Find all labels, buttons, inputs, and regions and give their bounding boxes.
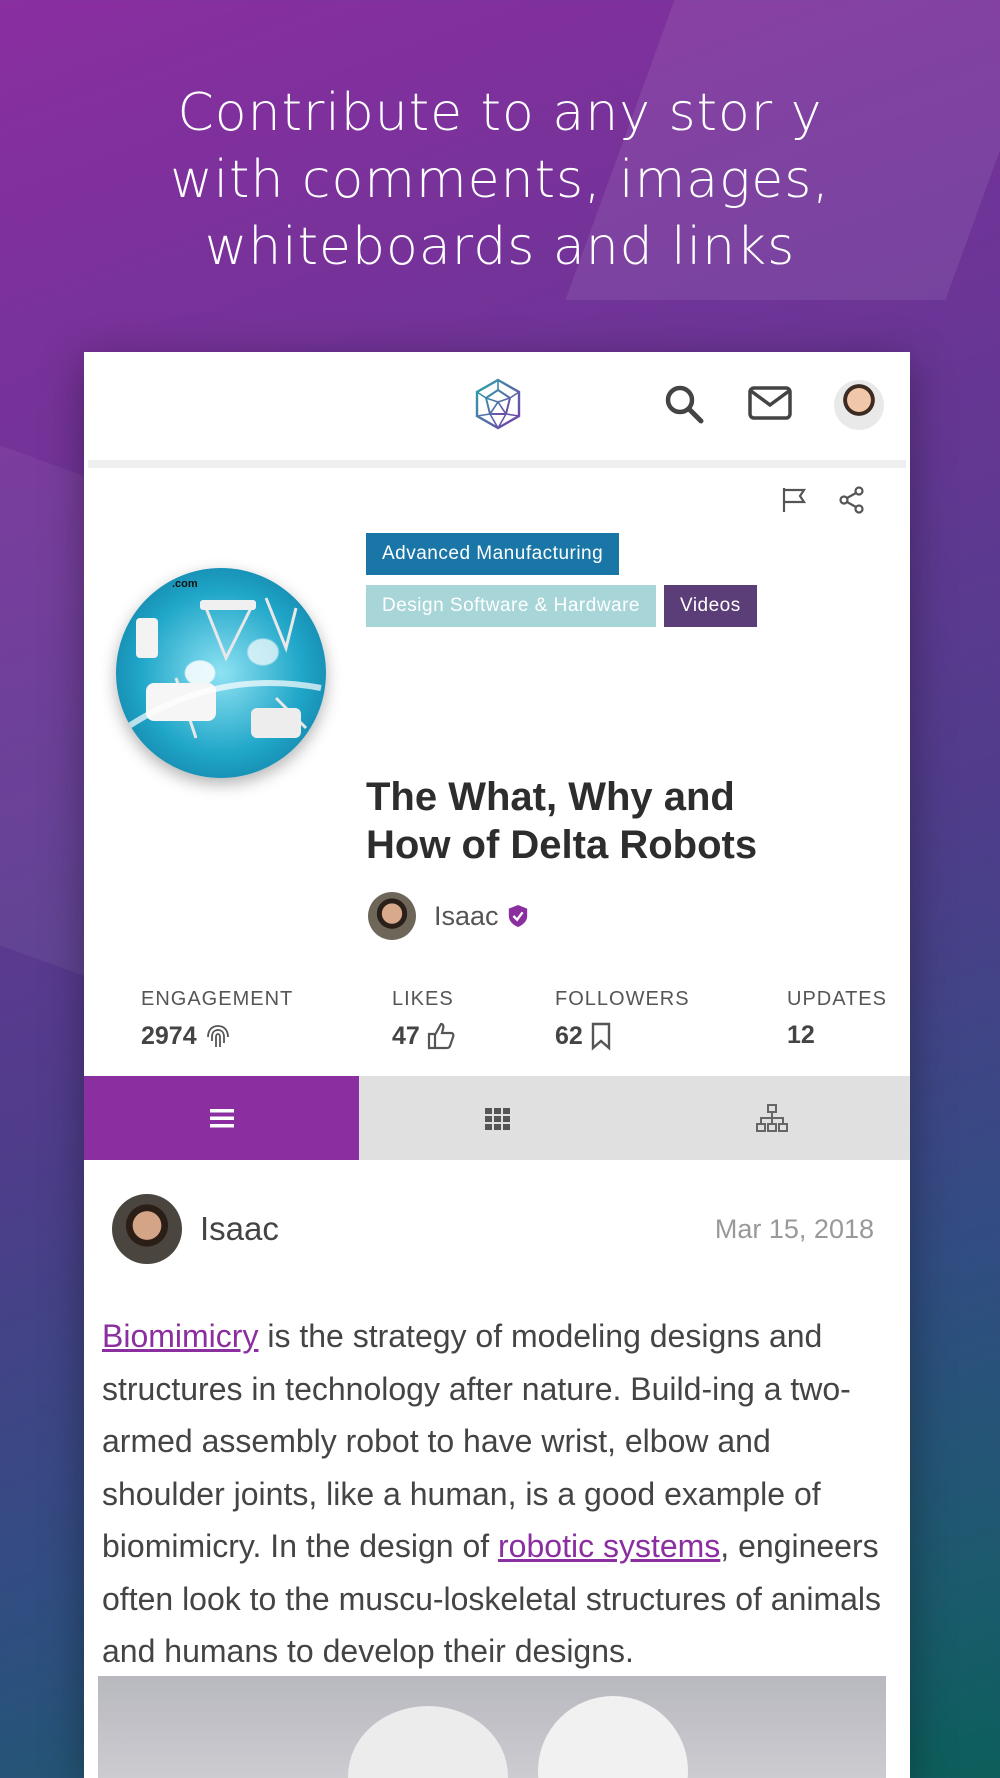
likes-count: 47	[392, 1021, 420, 1050]
geodesic-sphere-logo[interactable]	[472, 378, 524, 430]
fingerprint-icon	[206, 1025, 229, 1047]
promo-headline: Contribute to any stor y with comments, …	[0, 80, 1000, 281]
mail-icon[interactable]	[748, 386, 792, 420]
story-stats: ENGAGEMENT 2974 LIKES 47 FOLLOWERS 62 UP…	[84, 958, 910, 1076]
story-actions	[780, 486, 866, 514]
author-name[interactable]: Isaac	[434, 901, 499, 932]
hierarchy-icon	[756, 1104, 789, 1132]
post-date: Mar 15, 2018	[714, 1214, 874, 1244]
profile-avatar[interactable]	[834, 380, 884, 430]
post-author-name[interactable]: Isaac	[200, 1210, 279, 1248]
tag-list: Advanced Manufacturing Design Software &…	[366, 533, 846, 637]
thumbs-up-icon[interactable]	[426, 1021, 456, 1051]
stat-updates[interactable]: UPDATES 12	[787, 988, 887, 1050]
tab-grid[interactable]	[359, 1076, 635, 1160]
story-title: The What, Why and How of Delta Robots	[366, 775, 758, 867]
divider	[88, 460, 906, 468]
stat-value: 12	[787, 1021, 887, 1050]
promo-headline-line: whiteboards and links	[204, 217, 796, 277]
image-detail	[348, 1706, 508, 1778]
stat-value: 47	[392, 1021, 456, 1051]
stat-label: ENGAGEMENT	[141, 988, 294, 1010]
stat-value: 62	[555, 1021, 690, 1051]
tag-design-software-hardware[interactable]: Design Software & Hardware	[366, 585, 656, 627]
app-screen: .com Advanced Manufacturing Design Softw…	[84, 352, 910, 1778]
stat-value: 2974	[141, 1021, 293, 1051]
post-body: Biomimicry is the strategy of modeling d…	[84, 1290, 910, 1678]
post-header: Isaac Mar 15, 2018	[84, 1160, 910, 1290]
engagement-count: 2974	[141, 1021, 197, 1050]
verified-badge-icon	[508, 905, 527, 927]
list-icon	[209, 1109, 234, 1128]
post-image[interactable]	[98, 1676, 886, 1778]
tab-hierarchy[interactable]	[634, 1076, 910, 1160]
flag-icon[interactable]	[780, 486, 808, 514]
view-tabs	[84, 1076, 910, 1160]
tab-list[interactable]	[84, 1076, 360, 1160]
stat-engagement: ENGAGEMENT 2974	[141, 988, 293, 1051]
stat-likes[interactable]: LIKES 47	[392, 988, 456, 1051]
bookmark-icon[interactable]	[589, 1021, 613, 1051]
grid-icon	[484, 1108, 510, 1130]
story-header: .com Advanced Manufacturing Design Softw…	[84, 468, 910, 958]
post-author-avatar[interactable]	[112, 1194, 182, 1264]
stat-followers[interactable]: FOLLOWERS 62	[555, 988, 690, 1051]
author-avatar[interactable]	[368, 892, 416, 940]
story-author[interactable]: Isaac	[368, 892, 529, 940]
tag-advanced-manufacturing[interactable]: Advanced Manufacturing	[366, 533, 620, 575]
followers-count: 62	[555, 1021, 583, 1050]
stat-label: FOLLOWERS	[555, 988, 690, 1010]
top-bar	[84, 352, 910, 460]
promo-headline-line: with comments, images,	[170, 150, 830, 210]
search-icon[interactable]	[662, 382, 706, 426]
image-detail	[538, 1696, 688, 1778]
promo-headline-line: Contribute to any stor y	[177, 83, 823, 143]
story-image[interactable]: .com	[116, 568, 326, 778]
updates-count: 12	[787, 1021, 815, 1049]
tag-videos[interactable]: Videos	[664, 585, 757, 627]
share-icon[interactable]	[838, 486, 866, 514]
robotic-systems-link[interactable]: robotic systems	[498, 1528, 720, 1564]
biomimicry-link[interactable]: Biomimicry	[102, 1318, 258, 1354]
delta-robot-illustration	[124, 597, 322, 739]
stat-label: LIKES	[392, 988, 454, 1010]
stat-label: UPDATES	[787, 988, 887, 1010]
